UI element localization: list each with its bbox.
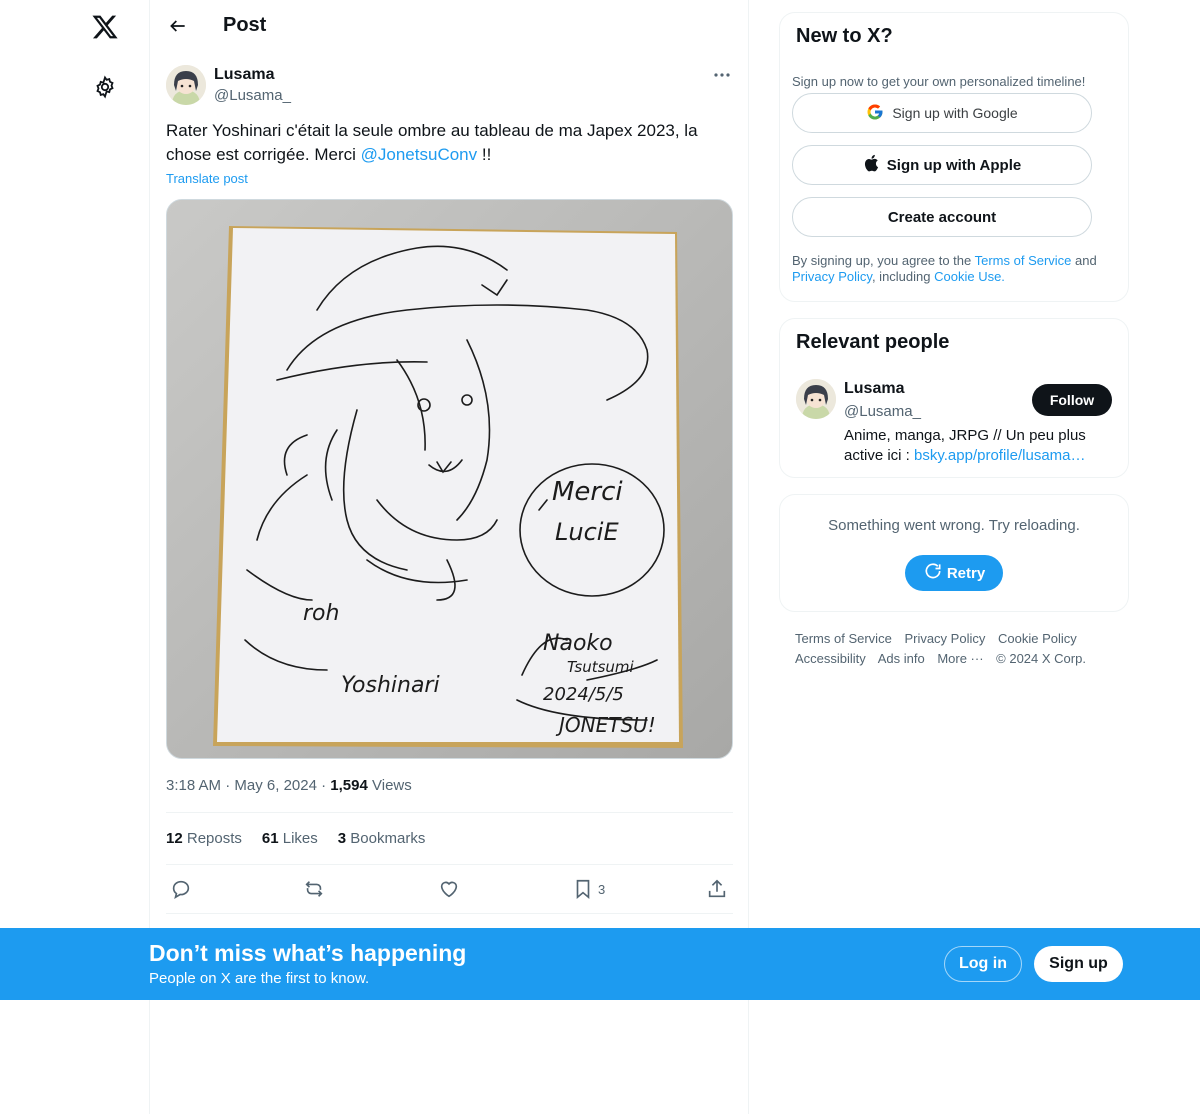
copyright: © 2024 X Corp.	[996, 651, 1086, 666]
mention-link[interactable]: @JonetsuConv	[361, 145, 478, 164]
signup-legal-text: By signing up, you agree to the Terms of…	[792, 253, 1122, 285]
signup-card-subtitle: Sign up now to get your own personalized…	[792, 74, 1086, 89]
relevant-avatar[interactable]	[796, 379, 836, 419]
reposts-label: Reposts	[186, 830, 242, 847]
legal-text: and	[1071, 253, 1097, 268]
bookmark-action-count: 3	[598, 881, 606, 897]
post-author: Lusama @Lusama_	[166, 64, 734, 108]
views-label: Views	[372, 777, 412, 794]
bookmarks-label: Bookmarks	[350, 830, 426, 847]
bottom-bar-title: Don’t miss what’s happening	[149, 940, 467, 966]
post-date[interactable]: May 6, 2024	[234, 777, 317, 794]
relevant-name[interactable]: Lusama	[844, 380, 904, 398]
author-handle[interactable]: @Lusama_	[214, 87, 291, 104]
divider	[166, 812, 733, 813]
relevant-people-title: Relevant people	[796, 331, 950, 353]
image-text-date: 2024/5/5	[543, 684, 624, 705]
footer-link[interactable]: Privacy Policy	[904, 631, 985, 646]
post-actions: 3	[166, 872, 733, 906]
image-text-merci: Merci	[552, 477, 623, 507]
post-time[interactable]: 3:18 AM	[166, 777, 221, 794]
relevant-bio: Anime, manga, JRPG // Un peu plus active…	[844, 426, 1114, 466]
post-stats: 12 Reposts 61 Likes 3 Bookmarks	[166, 830, 425, 847]
back-arrow-icon[interactable]	[160, 8, 196, 44]
reposts-stat[interactable]: 12 Reposts	[166, 830, 242, 847]
signup-google-label: Sign up with Google	[892, 105, 1018, 121]
google-logo-icon	[866, 103, 884, 124]
footer-link[interactable]: Cookie Policy	[998, 631, 1077, 646]
login-button[interactable]: Log in	[944, 946, 1022, 982]
reposts-count: 12	[166, 830, 183, 847]
privacy-link[interactable]: Privacy Policy	[792, 269, 872, 284]
bottom-bar-subtitle: People on X are the first to know.	[149, 970, 370, 987]
page-title: Post	[223, 14, 267, 36]
relevant-people-card: Relevant people Lusama @Lusama_ Follow A…	[779, 318, 1129, 478]
like-heart-icon[interactable]	[438, 872, 460, 906]
translate-post-link[interactable]: Translate post	[166, 171, 248, 186]
signup-apple-button[interactable]: Sign up with Apple	[792, 145, 1092, 185]
repost-icon[interactable]	[303, 872, 325, 906]
retry-label: Retry	[946, 564, 986, 582]
post-image[interactable]: Merci LuciE Naoko Tsutsumi 2024/5/5 JONE…	[166, 199, 733, 759]
footer-link[interactable]: Ads info	[878, 651, 925, 666]
meta-separator: ·	[225, 777, 235, 794]
bookmark-icon[interactable]: 3	[572, 872, 605, 906]
refresh-icon	[923, 561, 943, 585]
likes-stat[interactable]: 61 Likes	[262, 830, 318, 847]
signup-button[interactable]: Sign up	[1034, 946, 1123, 982]
image-text-roh: roh	[303, 601, 339, 626]
create-account-button[interactable]: Create account	[792, 197, 1092, 237]
bookmarks-count: 3	[337, 830, 347, 847]
author-avatar[interactable]	[166, 65, 206, 105]
footer-link[interactable]: More ···	[937, 651, 983, 666]
image-text-naoko: Naoko	[543, 631, 613, 656]
error-card: Something went wrong. Try reloading. Ret…	[779, 494, 1129, 612]
bookmarks-stat[interactable]: 3 Bookmarks	[338, 830, 426, 847]
image-text-yoshinari: Yoshinari	[341, 673, 440, 698]
x-logo-icon[interactable]	[84, 6, 126, 48]
terms-link[interactable]: Terms of Service	[975, 253, 1072, 268]
signup-card: New to X? Sign up now to get your own pe…	[779, 12, 1129, 302]
divider	[166, 913, 733, 914]
relevant-handle: @Lusama_	[844, 403, 921, 420]
legal-text: By signing up, you agree to the	[792, 253, 975, 268]
views-count: 1,594	[330, 777, 368, 794]
legal-text: , including	[871, 269, 935, 284]
reply-icon[interactable]	[170, 872, 192, 906]
author-name[interactable]: Lusama	[214, 66, 274, 84]
apple-logo-icon	[863, 154, 879, 176]
meta-separator: ·	[321, 777, 331, 794]
error-message: Something went wrong. Try reloading.	[828, 517, 1080, 534]
signup-google-button[interactable]: Sign up with Google	[792, 93, 1092, 133]
signup-apple-label: Sign up with Apple	[886, 156, 1022, 174]
post-text-end: !!	[477, 145, 492, 164]
retry-button[interactable]: Retry	[905, 555, 1003, 591]
post-text: Rater Yoshinari c'était la seule ombre a…	[166, 119, 734, 167]
image-text-jonetsu: JONETSU!	[555, 713, 656, 737]
footer-link[interactable]: Terms of Service	[795, 631, 892, 646]
footer-links: Terms of Service Privacy Policy Cookie P…	[795, 629, 1125, 669]
divider	[166, 864, 733, 865]
image-text-tsutsumi: Tsutsumi	[567, 658, 635, 676]
bottom-signup-bar: Don’t miss what’s happening People on X …	[0, 928, 1200, 1000]
image-text-lucie: LuciE	[555, 518, 619, 546]
bio-link[interactable]: bsky.app/profile/lusama…	[914, 447, 1085, 464]
share-icon[interactable]	[706, 872, 728, 906]
signup-card-title: New to X?	[796, 25, 893, 47]
likes-count: 61	[261, 830, 279, 847]
footer-link[interactable]: Accessibility	[795, 651, 866, 666]
post-meta: 3:18 AM · May 6, 2024 · 1,594 Views	[166, 777, 412, 794]
follow-button[interactable]: Follow	[1032, 384, 1112, 416]
settings-gear-icon[interactable]	[84, 66, 126, 108]
cookie-link[interactable]: Cookie Use.	[934, 269, 1005, 284]
more-options-icon[interactable]	[710, 64, 734, 86]
likes-label: Likes	[282, 830, 318, 847]
